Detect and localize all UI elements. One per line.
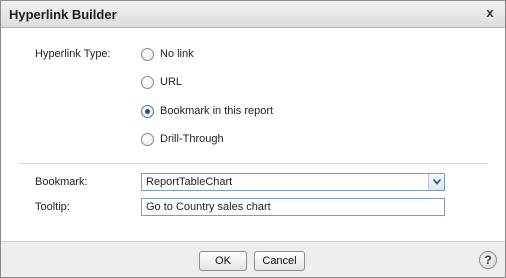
dialog-title: Hyperlink Builder bbox=[9, 7, 117, 22]
tooltip-input[interactable] bbox=[141, 198, 445, 216]
radio-button-icon[interactable] bbox=[141, 132, 154, 146]
radio-drill-through[interactable]: Drill-Through bbox=[141, 131, 224, 147]
dialog-titlebar: Hyperlink Builder x bbox=[1, 1, 505, 28]
radio-no-link-label: No link bbox=[160, 48, 194, 60]
radio-bookmark-label: Bookmark in this report bbox=[160, 105, 274, 117]
hyperlink-builder-dialog: Hyperlink Builder x Hyperlink Type: No l… bbox=[0, 0, 506, 278]
radio-url-label: URL bbox=[160, 76, 183, 88]
radio-button-selected-icon[interactable] bbox=[141, 104, 154, 118]
radio-drill-through-label: Drill-Through bbox=[160, 133, 224, 145]
help-icon[interactable]: ? bbox=[479, 251, 497, 269]
hyperlink-type-label: Hyperlink Type: bbox=[35, 48, 111, 60]
section-divider bbox=[19, 163, 487, 164]
bookmark-select[interactable]: ReportTableChart bbox=[141, 173, 445, 191]
radio-button-icon[interactable] bbox=[141, 47, 154, 61]
radio-url[interactable]: URL bbox=[141, 74, 182, 90]
radio-bookmark[interactable]: Bookmark in this report bbox=[141, 103, 273, 119]
close-icon[interactable]: x bbox=[483, 6, 497, 20]
radio-button-icon[interactable] bbox=[141, 75, 154, 89]
tooltip-label: Tooltip: bbox=[35, 201, 70, 213]
radio-no-link[interactable]: No link bbox=[141, 46, 194, 62]
bookmark-label: Bookmark: bbox=[35, 176, 88, 188]
ok-button[interactable]: OK bbox=[199, 251, 247, 271]
chevron-down-icon[interactable] bbox=[428, 174, 444, 190]
dialog-footer: OK Cancel ? bbox=[1, 241, 505, 277]
bookmark-select-value: ReportTableChart bbox=[146, 176, 233, 188]
cancel-button[interactable]: Cancel bbox=[254, 251, 305, 271]
